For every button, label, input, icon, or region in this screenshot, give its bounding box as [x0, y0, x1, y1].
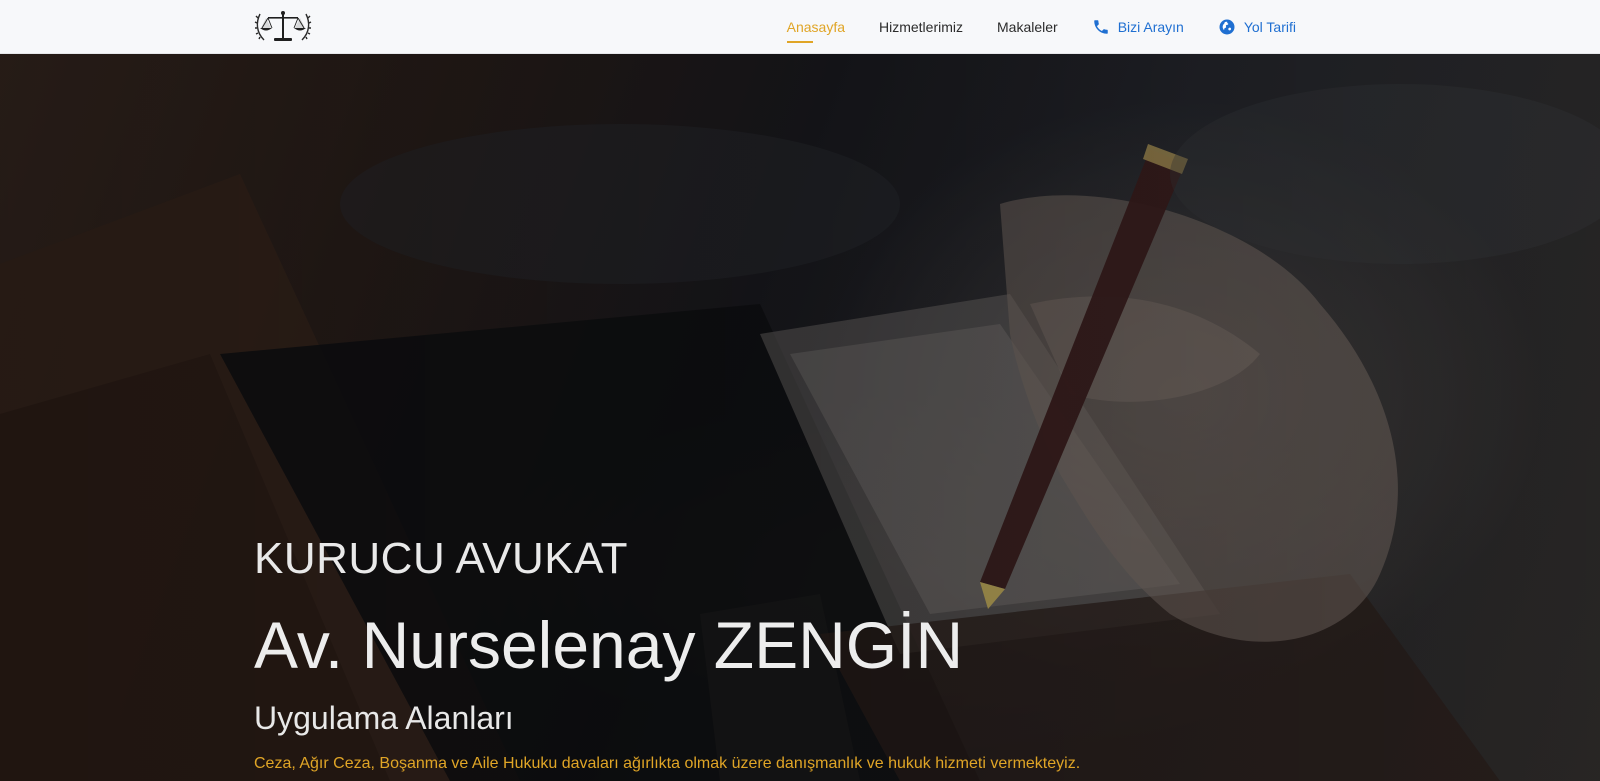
phone-icon: [1093, 20, 1108, 34]
hero-description: Ceza, Ağır Ceza, Boşanma ve Aile Hukuku …: [254, 755, 1081, 772]
nav-bizi-arayin-label: Bizi Arayın: [1117, 19, 1184, 35]
nav-bizi-arayin-link[interactable]: Bizi Arayın: [1092, 18, 1184, 36]
scales-of-justice-logo[interactable]: [254, 8, 312, 46]
nav-makaleler-link[interactable]: Makaleler: [997, 19, 1058, 35]
hero-name-heading: Av. Nurselenay ZENGİN: [254, 608, 964, 682]
hero-eyebrow: KURUCU AVUKAT: [254, 534, 629, 583]
globe-icon: [1219, 19, 1235, 35]
nav-yol-tarifi-label: Yol Tarifi: [1243, 19, 1296, 35]
nav-hizmetlerimiz-label: Hizmetlerimiz: [879, 19, 963, 35]
nav-hizmetlerimiz-link[interactable]: Hizmetlerimiz: [879, 19, 963, 35]
nav-anasayfa-link[interactable]: Anasayfa: [786, 19, 845, 43]
hero-subheading: Uygulama Alanları: [254, 700, 514, 736]
nav-yol-tarifi-link[interactable]: Yol Tarifi: [1218, 18, 1296, 36]
nav-anasayfa-label: Anasayfa: [786, 19, 845, 35]
navbar: Anasayfa Hizmetlerimiz Makaleler Bizi Ar…: [0, 0, 1600, 54]
hero-section: KURUCU AVUKAT Av. Nurselenay ZENGİN Uygu…: [0, 54, 1600, 781]
main-nav: Anasayfa Hizmetlerimiz Makaleler Bizi Ar…: [786, 0, 1296, 54]
hero-content: KURUCU AVUKAT Av. Nurselenay ZENGİN Uygu…: [254, 54, 1154, 775]
nav-makaleler-label: Makaleler: [997, 19, 1058, 35]
